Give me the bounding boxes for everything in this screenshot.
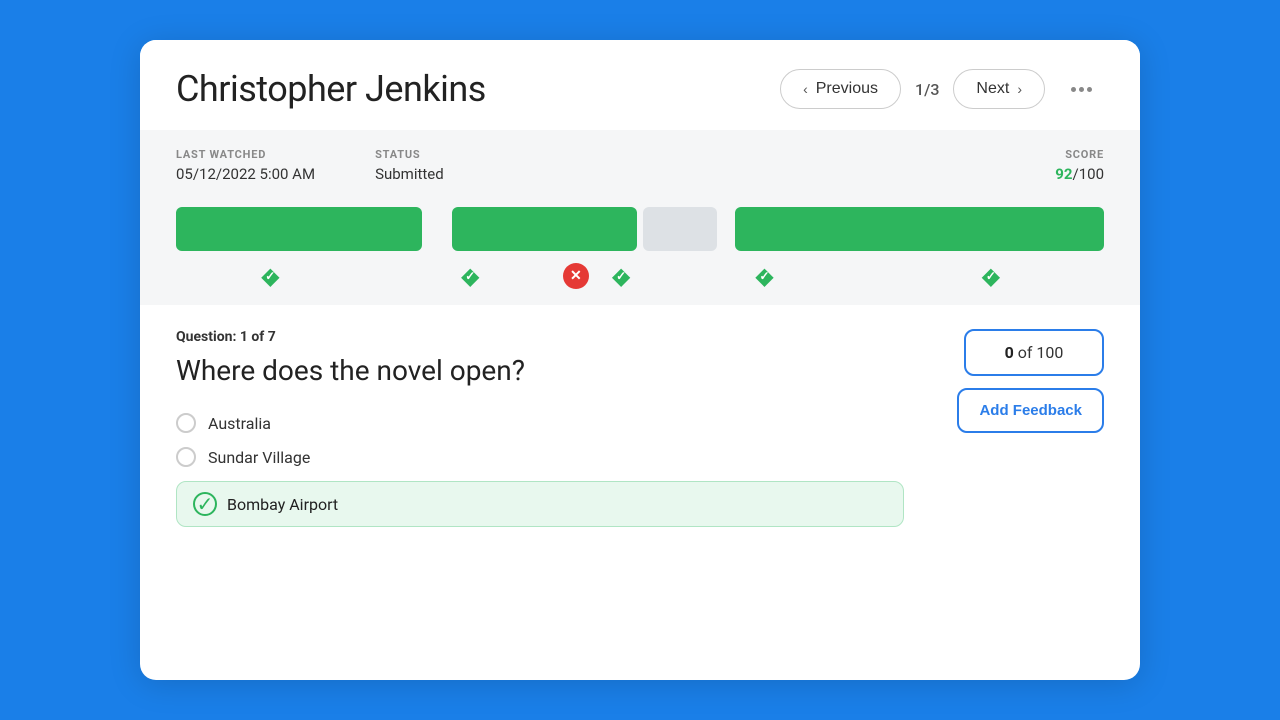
question-score-max: 100 xyxy=(1036,343,1063,362)
progress-section: ✕ xyxy=(140,197,1140,305)
score-section: SCORE 92/100 xyxy=(1055,148,1104,183)
question-score-box: 0 of 100 xyxy=(964,329,1104,376)
question-score-value: 0 xyxy=(1005,343,1014,362)
status-label: STATUS xyxy=(375,148,444,161)
page-indicator: 1/3 xyxy=(915,80,939,99)
progress-icon-3: ✕ xyxy=(553,263,598,289)
page-title: Christopher Jenkins xyxy=(176,68,486,110)
last-watched-section: LAST WATCHED 05/12/2022 5:00 AM xyxy=(176,148,315,183)
question-left: Question: 1 of 7 Where does the novel op… xyxy=(176,329,904,527)
cross-icon: ✕ xyxy=(563,263,589,289)
score-value: 92/100 xyxy=(1055,165,1104,183)
info-bar: LAST WATCHED 05/12/2022 5:00 AM STATUS S… xyxy=(140,130,1140,197)
previous-button[interactable]: ‹ Previous xyxy=(780,69,901,109)
option-1-label: Australia xyxy=(208,414,271,433)
progress-segment-3 xyxy=(643,207,717,251)
question-score-separator: of xyxy=(1018,343,1037,362)
chevron-left-icon: ‹ xyxy=(803,81,808,97)
progress-icons-row: ✕ xyxy=(176,259,1104,305)
progress-icon-5 xyxy=(651,264,877,288)
question-text: Where does the novel open? xyxy=(176,353,904,389)
option-1[interactable]: Australia xyxy=(176,413,904,433)
question-right: 0 of 100 Add Feedback xyxy=(924,329,1104,527)
option-2-label: Sundar Village xyxy=(208,448,310,467)
question-section: Question: 1 of 7 Where does the novel op… xyxy=(140,305,1140,543)
check-diamond-icon xyxy=(258,264,282,288)
radio-circle xyxy=(176,413,196,433)
last-watched-value: 05/12/2022 5:00 AM xyxy=(176,165,315,183)
correct-check-icon: ✓ xyxy=(193,492,217,516)
progress-bar xyxy=(176,207,1104,251)
header: Christopher Jenkins ‹ Previous 1/3 Next … xyxy=(140,40,1140,130)
status-section: STATUS Submitted xyxy=(375,148,444,183)
progress-icon-6 xyxy=(878,264,1104,288)
progress-segment-4 xyxy=(735,207,1104,251)
score-number: 92 xyxy=(1055,165,1072,183)
progress-icon-4 xyxy=(599,264,644,288)
dot-icon xyxy=(1071,87,1076,92)
add-feedback-button[interactable]: Add Feedback xyxy=(957,388,1104,433)
progress-icon-2 xyxy=(387,264,553,288)
score-label: SCORE xyxy=(1065,148,1104,161)
check-diamond-icon xyxy=(609,264,633,288)
progress-segment-1 xyxy=(176,207,422,251)
chevron-right-icon: › xyxy=(1017,81,1022,97)
option-3-correct[interactable]: ✓ Bombay Airport xyxy=(176,481,904,527)
option-3-label: Bombay Airport xyxy=(227,495,338,514)
navigation-area: ‹ Previous 1/3 Next › xyxy=(780,69,1104,109)
progress-icon-1 xyxy=(176,264,365,288)
more-options-button[interactable] xyxy=(1059,79,1104,100)
options-list: Australia Sundar Village ✓ Bombay Airpor… xyxy=(176,413,904,527)
radio-circle xyxy=(176,447,196,467)
dot-icon xyxy=(1087,87,1092,92)
check-diamond-icon xyxy=(979,264,1003,288)
status-value: Submitted xyxy=(375,165,444,183)
check-diamond-icon xyxy=(753,264,777,288)
progress-segment-2 xyxy=(452,207,637,251)
option-2[interactable]: Sundar Village xyxy=(176,447,904,467)
question-meta: Question: 1 of 7 xyxy=(176,329,904,345)
check-diamond-icon xyxy=(458,264,482,288)
next-button[interactable]: Next › xyxy=(953,69,1045,109)
main-card: Christopher Jenkins ‹ Previous 1/3 Next … xyxy=(140,40,1140,680)
dot-icon xyxy=(1079,87,1084,92)
last-watched-label: LAST WATCHED xyxy=(176,148,315,161)
